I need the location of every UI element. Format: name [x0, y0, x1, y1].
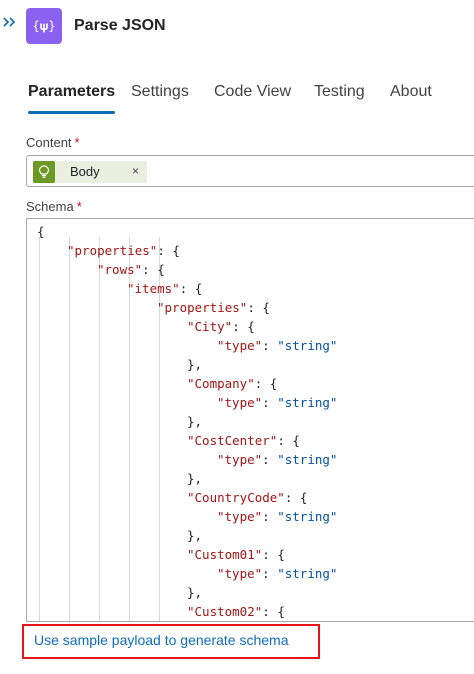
- tab-testing[interactable]: Testing: [314, 83, 365, 101]
- schema-label: Schema *: [26, 199, 82, 214]
- json-key: "items": [127, 281, 180, 296]
- content-label: Content *: [26, 135, 80, 150]
- code-line: },: [187, 583, 202, 602]
- parse-json-icon-glyph: {𝛙}: [32, 18, 56, 33]
- schema-editor[interactable]: {"properties": {"rows": {"items": {"prop…: [26, 218, 474, 622]
- code-line: "Company": {: [187, 374, 277, 393]
- tab-settings[interactable]: Settings: [131, 83, 189, 101]
- lightbulb-icon: [33, 161, 55, 183]
- body-token-label: Body: [70, 164, 100, 179]
- page-title: Parse JSON: [74, 17, 166, 34]
- json-key: "type": [217, 509, 263, 524]
- code-line: "items": {: [127, 279, 202, 298]
- json-key: "City": [187, 319, 233, 334]
- code-line: "type": "string": [217, 393, 337, 412]
- code-line: "type": "string": [217, 564, 337, 583]
- json-key: "Custom01": [187, 547, 263, 562]
- json-punctuation: : {: [262, 604, 285, 619]
- json-value: "string": [277, 395, 338, 410]
- json-punctuation: },: [187, 471, 203, 486]
- tab-parameters[interactable]: Parameters: [28, 83, 116, 114]
- json-key: "type": [217, 395, 263, 410]
- json-punctuation: },: [187, 528, 203, 543]
- json-punctuation: : {: [277, 433, 300, 448]
- code-line: "properties": {: [67, 241, 180, 260]
- json-punctuation: :: [262, 338, 278, 353]
- json-punctuation: : {: [262, 547, 285, 562]
- code-line: },: [187, 412, 202, 431]
- json-punctuation: :: [262, 452, 278, 467]
- json-value: "string": [277, 509, 338, 524]
- json-punctuation: {: [37, 224, 45, 239]
- code-line: "CountryCode": {: [187, 488, 307, 507]
- expand-panel-icon[interactable]: [2, 14, 18, 30]
- code-line: "rows": {: [97, 260, 165, 279]
- code-line: },: [187, 526, 202, 545]
- code-line: },: [187, 469, 202, 488]
- json-punctuation: },: [187, 357, 203, 372]
- json-punctuation: : {: [254, 376, 278, 391]
- code-line: "type": "string": [217, 507, 337, 526]
- json-punctuation: : {: [179, 281, 203, 296]
- json-key: "type": [217, 338, 263, 353]
- indent-guide: [39, 237, 40, 621]
- json-key: "properties": [67, 243, 158, 258]
- json-key: "rows": [97, 262, 143, 277]
- indent-guide: [99, 237, 100, 621]
- json-key: "CountryCode": [187, 490, 285, 505]
- body-token[interactable]: Body ×: [33, 161, 147, 183]
- content-input[interactable]: Body ×: [26, 155, 474, 187]
- code-line: "City": {: [187, 317, 255, 336]
- tab-about[interactable]: About: [390, 83, 432, 101]
- content-label-text: Content: [26, 135, 72, 150]
- json-key: "properties": [157, 300, 248, 315]
- schema-required-mark: *: [76, 199, 82, 214]
- json-key: "CostCenter": [187, 433, 278, 448]
- json-punctuation: },: [187, 414, 203, 429]
- use-sample-payload-link[interactable]: Use sample payload to generate schema: [34, 632, 288, 648]
- json-value: "string": [277, 452, 338, 467]
- json-punctuation: :: [262, 509, 278, 524]
- code-line: "Custom02": {: [187, 602, 285, 621]
- code-line: "type": "string": [217, 450, 337, 469]
- json-value: "string": [277, 566, 338, 581]
- json-value: "string": [277, 338, 338, 353]
- code-line: {: [37, 222, 45, 241]
- json-punctuation: : {: [157, 243, 180, 258]
- json-key: "Custom02": [187, 604, 263, 619]
- json-punctuation: :: [262, 566, 278, 581]
- indent-guide: [69, 237, 70, 621]
- code-line: },: [187, 355, 202, 374]
- json-key: "type": [217, 452, 263, 467]
- json-key: "Company": [187, 376, 255, 391]
- json-punctuation: :: [262, 395, 278, 410]
- code-line: "Custom01": {: [187, 545, 285, 564]
- json-punctuation: : {: [232, 319, 255, 334]
- json-punctuation: },: [187, 585, 203, 600]
- code-line: "type": "string": [217, 336, 337, 355]
- json-key: "type": [217, 566, 263, 581]
- json-punctuation: : {: [284, 490, 308, 505]
- json-punctuation: : {: [247, 300, 270, 315]
- json-punctuation: : {: [142, 262, 165, 277]
- code-line: "properties": {: [157, 298, 270, 317]
- schema-label-text: Schema: [26, 199, 74, 214]
- content-required-mark: *: [74, 135, 80, 150]
- parse-json-icon: {𝛙}: [26, 8, 62, 44]
- tab-code-view[interactable]: Code View: [214, 83, 291, 101]
- code-line: "CostCenter": {: [187, 431, 300, 450]
- body-token-close-icon[interactable]: ×: [132, 164, 139, 178]
